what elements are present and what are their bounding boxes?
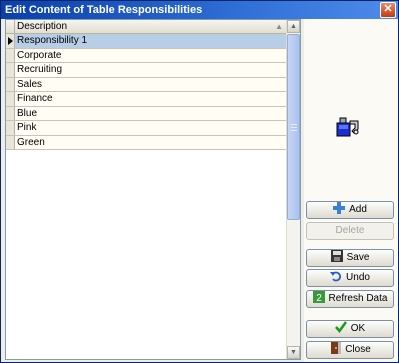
save-label: Save: [346, 252, 370, 263]
row-description[interactable]: Recruiting: [17, 63, 62, 77]
current-row-arrow-icon: [8, 37, 13, 45]
row-indicator[interactable]: [6, 121, 15, 135]
grid-rows: Responsibility 1 Corporate Recruiting Sa…: [6, 34, 287, 150]
sort-arrow-icon: ▲: [275, 22, 283, 31]
table-row[interactable]: Green: [6, 135, 287, 150]
row-description[interactable]: Pink: [17, 121, 36, 135]
row-indicator[interactable]: [6, 34, 15, 48]
window-close-button[interactable]: ✕: [380, 2, 396, 18]
dialog-window: Edit Content of Table Responsibilities ✕…: [0, 0, 399, 363]
table-row[interactable]: Sales: [6, 77, 287, 92]
refresh-icon: 2: [312, 291, 325, 303]
ok-button[interactable]: OK: [306, 320, 394, 338]
table-row[interactable]: Responsibility 1: [6, 34, 287, 49]
row-indicator[interactable]: [6, 135, 15, 149]
plus-icon: [333, 202, 346, 214]
grid-header: Description ▲: [6, 20, 287, 34]
add-label: Add: [349, 204, 367, 215]
window-title: Edit Content of Table Responsibilities: [5, 4, 203, 16]
close-label: Close: [345, 344, 371, 355]
undo-icon: [330, 271, 342, 282]
scroll-up-icon[interactable]: ▲: [287, 20, 300, 33]
undo-label: Undo: [346, 272, 370, 283]
vertical-scrollbar[interactable]: ▲ ▼: [286, 20, 300, 359]
table-edit-icon: [336, 117, 359, 137]
row-description[interactable]: Green: [17, 136, 45, 150]
delete-label: Delete: [335, 225, 365, 236]
thumb-grip: [291, 127, 297, 128]
add-button[interactable]: Add: [306, 201, 394, 219]
scroll-thumb[interactable]: [287, 34, 300, 220]
svg-text:2: 2: [316, 293, 322, 303]
table-row[interactable]: Blue: [6, 106, 287, 121]
row-description[interactable]: Corporate: [17, 49, 61, 63]
table-row[interactable]: Finance: [6, 92, 287, 107]
table-row[interactable]: Pink: [6, 121, 287, 136]
row-description[interactable]: Responsibility 1: [17, 34, 87, 48]
close-button[interactable]: Close: [306, 341, 394, 359]
row-indicator[interactable]: [6, 92, 15, 106]
door-exit-icon: [331, 342, 342, 354]
floppy-icon: [330, 250, 343, 262]
action-panel: [304, 19, 398, 362]
thumb-grip: [291, 130, 297, 131]
table-row[interactable]: Corporate: [6, 48, 287, 63]
undo-button[interactable]: Undo: [306, 269, 394, 287]
responsibilities-grid[interactable]: Description ▲ Responsibility 1 Corporate…: [5, 19, 301, 360]
row-indicator[interactable]: [6, 77, 15, 91]
header-row-indicator: [6, 20, 15, 33]
row-description[interactable]: Blue: [17, 107, 37, 121]
row-indicator[interactable]: [6, 48, 15, 62]
checkmark-icon: [334, 321, 347, 333]
refresh-label: Refresh Data: [328, 293, 388, 304]
table-row[interactable]: Recruiting: [6, 63, 287, 78]
row-description[interactable]: Sales: [17, 78, 42, 92]
scroll-down-icon[interactable]: ▼: [287, 346, 300, 359]
refresh-data-button[interactable]: 2 Refresh Data: [306, 290, 394, 308]
row-description[interactable]: Finance: [17, 92, 53, 106]
row-indicator[interactable]: [6, 106, 15, 120]
delete-button[interactable]: Delete: [306, 222, 394, 240]
title-bar[interactable]: Edit Content of Table Responsibilities ✕: [1, 1, 398, 19]
thumb-grip: [291, 124, 297, 125]
save-button[interactable]: Save: [306, 249, 394, 267]
column-header-description[interactable]: Description: [17, 20, 67, 33]
row-indicator[interactable]: [6, 63, 15, 77]
ok-label: OK: [350, 323, 366, 334]
